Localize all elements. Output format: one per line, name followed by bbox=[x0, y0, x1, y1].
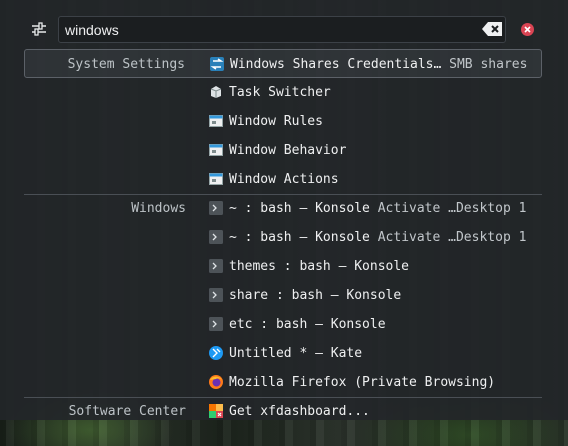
window-actions-icon bbox=[209, 173, 223, 185]
configure-icon[interactable] bbox=[30, 20, 48, 38]
result-label: Window Behavior bbox=[229, 143, 347, 158]
firefox-icon bbox=[209, 375, 223, 389]
kate-icon bbox=[209, 346, 223, 360]
result-label: ~ : bash — Konsole Activate …Desktop 1 bbox=[229, 201, 527, 216]
result-label: Window Rules bbox=[229, 114, 323, 129]
konsole-icon bbox=[209, 259, 223, 273]
result-label: ~ : bash — Konsole Activate …Desktop 1 bbox=[229, 230, 527, 245]
result-row[interactable]: Software Center Get xfdashboard... bbox=[24, 397, 542, 426]
category-label: Software Center bbox=[68, 404, 186, 419]
result-row[interactable]: Windows ~ : bash — Konsole Activate …Des… bbox=[24, 194, 542, 223]
result-row[interactable]: Untitled * — Kate bbox=[24, 339, 542, 368]
result-row[interactable]: Window Rules bbox=[24, 107, 542, 136]
result-row[interactable]: Task Switcher bbox=[24, 78, 542, 107]
konsole-icon bbox=[209, 288, 223, 302]
task-switcher-icon bbox=[210, 86, 222, 98]
konsole-icon bbox=[209, 230, 223, 244]
result-label: Untitled * — Kate bbox=[229, 346, 363, 361]
window-rules-icon bbox=[209, 115, 223, 127]
category-label: Windows bbox=[131, 201, 186, 216]
result-label: Mozilla Firefox (Private Browsing) bbox=[229, 375, 496, 390]
category-label: System Settings bbox=[67, 57, 185, 72]
result-row[interactable]: Window Actions bbox=[24, 165, 542, 194]
result-label: etc : bash — Konsole bbox=[229, 317, 386, 332]
result-label: Windows Shares Credentials… SMB shares bbox=[230, 57, 528, 72]
close-icon[interactable] bbox=[521, 23, 534, 36]
result-label: Get xfdashboard... bbox=[229, 404, 370, 419]
result-label: Window Actions bbox=[229, 172, 339, 187]
window-behavior-icon bbox=[209, 144, 223, 156]
result-row[interactable]: ~ : bash — Konsole Activate …Desktop 1 bbox=[24, 223, 542, 252]
result-label: Task Switcher bbox=[229, 85, 331, 100]
software-center-icon bbox=[209, 404, 223, 418]
search-input[interactable] bbox=[65, 20, 465, 39]
search-field[interactable] bbox=[58, 16, 506, 43]
result-row[interactable]: Window Behavior bbox=[24, 136, 542, 165]
windows-shares-icon bbox=[210, 57, 224, 71]
result-row[interactable]: Mozilla Firefox (Private Browsing) bbox=[24, 368, 542, 397]
konsole-icon bbox=[209, 201, 223, 215]
result-label: themes : bash — Konsole bbox=[229, 259, 410, 274]
krunner-panel: System Settings Windows Shares Credentia… bbox=[0, 0, 568, 420]
search-bar bbox=[0, 0, 568, 48]
result-row[interactable]: themes : bash — Konsole bbox=[24, 252, 542, 281]
clear-text-icon[interactable] bbox=[481, 21, 503, 37]
result-row[interactable]: System Settings Windows Shares Credentia… bbox=[24, 49, 542, 78]
konsole-icon bbox=[209, 317, 223, 331]
result-row[interactable]: share : bash — Konsole bbox=[24, 281, 542, 310]
result-row[interactable]: etc : bash — Konsole bbox=[24, 310, 542, 339]
result-label: share : bash — Konsole bbox=[229, 288, 402, 303]
